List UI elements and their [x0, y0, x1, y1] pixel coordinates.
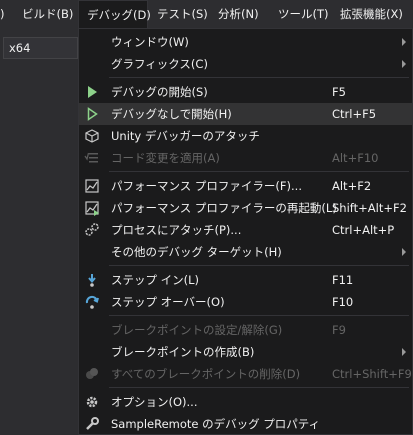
menubar-item-debug[interactable]: デバッグ(D) [78, 0, 151, 29]
menubar-item-extensions[interactable]: 拡張機能(X) [340, 0, 403, 29]
menu-item-relaunch-performance-profiler[interactable]: パフォーマンス プロファイラーの再起動(L) Shift+Alt+F2 [79, 197, 412, 219]
menu-item-performance-profiler[interactable]: パフォーマンス プロファイラー(F)... Alt+F2 [79, 175, 412, 197]
menu-item-label: ステップ オーバー(O) [111, 295, 225, 309]
menu-item-shortcut: Ctrl+F5 [332, 107, 377, 121]
menu-item-label: オプション(O)... [111, 395, 198, 409]
menu-separator [109, 77, 409, 78]
menu-item-window[interactable]: ウィンドウ(W) [79, 31, 412, 53]
menu-item-shortcut: Ctrl+Shift+F9 [332, 367, 412, 381]
menu-item-options[interactable]: オプション(O)... [79, 391, 412, 413]
menu-item-label: プロセスにアタッチ(P)... [111, 223, 242, 237]
menubar-item-build[interactable]: ビルド(B) [22, 0, 73, 29]
menu-item-step-over[interactable]: ステップ オーバー(O) F10 [79, 291, 412, 313]
menu-item-label: SampleRemote のデバッグ プロパティ [111, 417, 321, 431]
submenu-arrow-icon [402, 248, 406, 256]
menu-item-start-without-debugging[interactable]: デバッグなしで開始(H) Ctrl+F5 [79, 103, 412, 125]
menu-item-shortcut: F5 [332, 85, 346, 99]
menu-item-label: ステップ イン(L) [111, 273, 200, 287]
submenu-arrow-icon [402, 348, 406, 356]
menu-item-other-debug-targets[interactable]: その他のデバッグ ターゲット(H) [79, 241, 412, 263]
play-outline-icon [87, 107, 98, 121]
menu-separator [109, 171, 409, 172]
gear-icon [86, 396, 98, 408]
menu-item-attach-unity-debugger[interactable]: Unity デバッガーのアタッチ [79, 125, 412, 147]
menu-separator [109, 315, 409, 316]
menu-item-step-into[interactable]: ステップ イン(L) F11 [79, 269, 412, 291]
menu-item-label: デバッグなしで開始(H) [111, 107, 232, 121]
delete-breakpoints-icon [86, 368, 98, 379]
toolbar-area: x64 [0, 29, 78, 435]
menu-item-label: パフォーマンス プロファイラーの再起動(L) [111, 201, 337, 215]
menu-item-toggle-breakpoint[interactable]: ブレークポイントの設定/解除(G) F9 [79, 319, 412, 341]
menu-item-shortcut: F9 [332, 323, 346, 337]
platform-combobox[interactable]: x64 [3, 37, 78, 59]
menu-item-label: すべてのブレークポイントの削除(D) [111, 367, 301, 381]
attach-process-gears-icon [85, 223, 99, 236]
menu-item-label: ウィンドウ(W) [111, 35, 189, 49]
menu-item-shortcut: Ctrl+Alt+P [332, 223, 395, 237]
menu-separator [109, 387, 409, 388]
menu-item-attach-to-process[interactable]: プロセスにアタッチ(P)... Ctrl+Alt+P [79, 219, 412, 241]
menu-item-shortcut: Alt+F2 [332, 179, 372, 193]
menu-bar: ) ビルド(B) デバッグ(D) テスト(S) 分析(N) ツール(T) 拡張機… [0, 0, 413, 29]
apply-code-changes-icon [84, 152, 98, 163]
menu-item-new-breakpoint[interactable]: ブレークポイントの作成(B) [79, 341, 412, 363]
menu-item-debug-properties[interactable]: SampleRemote のデバッグ プロパティ [79, 413, 412, 435]
menubar-item-truncated[interactable]: ) [0, 0, 12, 29]
profiler-relaunch-icon [85, 201, 99, 216]
submenu-arrow-icon [402, 60, 406, 68]
menu-item-graphics[interactable]: グラフィックス(C) [79, 53, 412, 75]
menu-item-label: パフォーマンス プロファイラー(F)... [111, 179, 302, 193]
menu-item-label: その他のデバッグ ターゲット(H) [111, 245, 282, 259]
menubar-item-analyze[interactable]: 分析(N) [218, 0, 259, 29]
step-over-icon [85, 295, 99, 309]
menu-item-shortcut: F10 [332, 295, 354, 309]
menu-item-label: コード変更を適用(A) [111, 151, 220, 165]
menu-item-apply-code-changes[interactable]: コード変更を適用(A) Alt+F10 [79, 147, 412, 169]
step-into-icon [88, 274, 96, 287]
menu-separator [109, 265, 409, 266]
menu-item-label: デバッグの開始(S) [111, 85, 208, 99]
wrench-icon [86, 417, 99, 430]
debug-menu-dropdown: ウィンドウ(W) グラフィックス(C) デバッグの開始(S) F5 デバッグなし… [78, 28, 413, 435]
submenu-arrow-icon [402, 38, 406, 46]
menubar-item-tools[interactable]: ツール(T) [278, 0, 329, 29]
menu-item-label: ブレークポイントの作成(B) [111, 345, 255, 359]
menu-item-start-debugging[interactable]: デバッグの開始(S) F5 [79, 81, 412, 103]
play-icon [88, 86, 97, 98]
unity-cube-icon [85, 129, 99, 143]
menu-item-shortcut: F11 [332, 273, 354, 287]
menu-item-label: グラフィックス(C) [111, 57, 208, 71]
menu-item-shortcut: Shift+Alt+F2 [332, 201, 407, 215]
menu-item-shortcut: Alt+F10 [332, 151, 379, 165]
menu-item-label: ブレークポイントの設定/解除(G) [111, 323, 283, 337]
menu-item-label: Unity デバッガーのアタッチ [111, 129, 260, 143]
menubar-item-test[interactable]: テスト(S) [157, 0, 208, 29]
menu-item-delete-all-breakpoints[interactable]: すべてのブレークポイントの削除(D) Ctrl+Shift+F9 [79, 363, 412, 385]
profiler-chart-icon [85, 179, 99, 193]
